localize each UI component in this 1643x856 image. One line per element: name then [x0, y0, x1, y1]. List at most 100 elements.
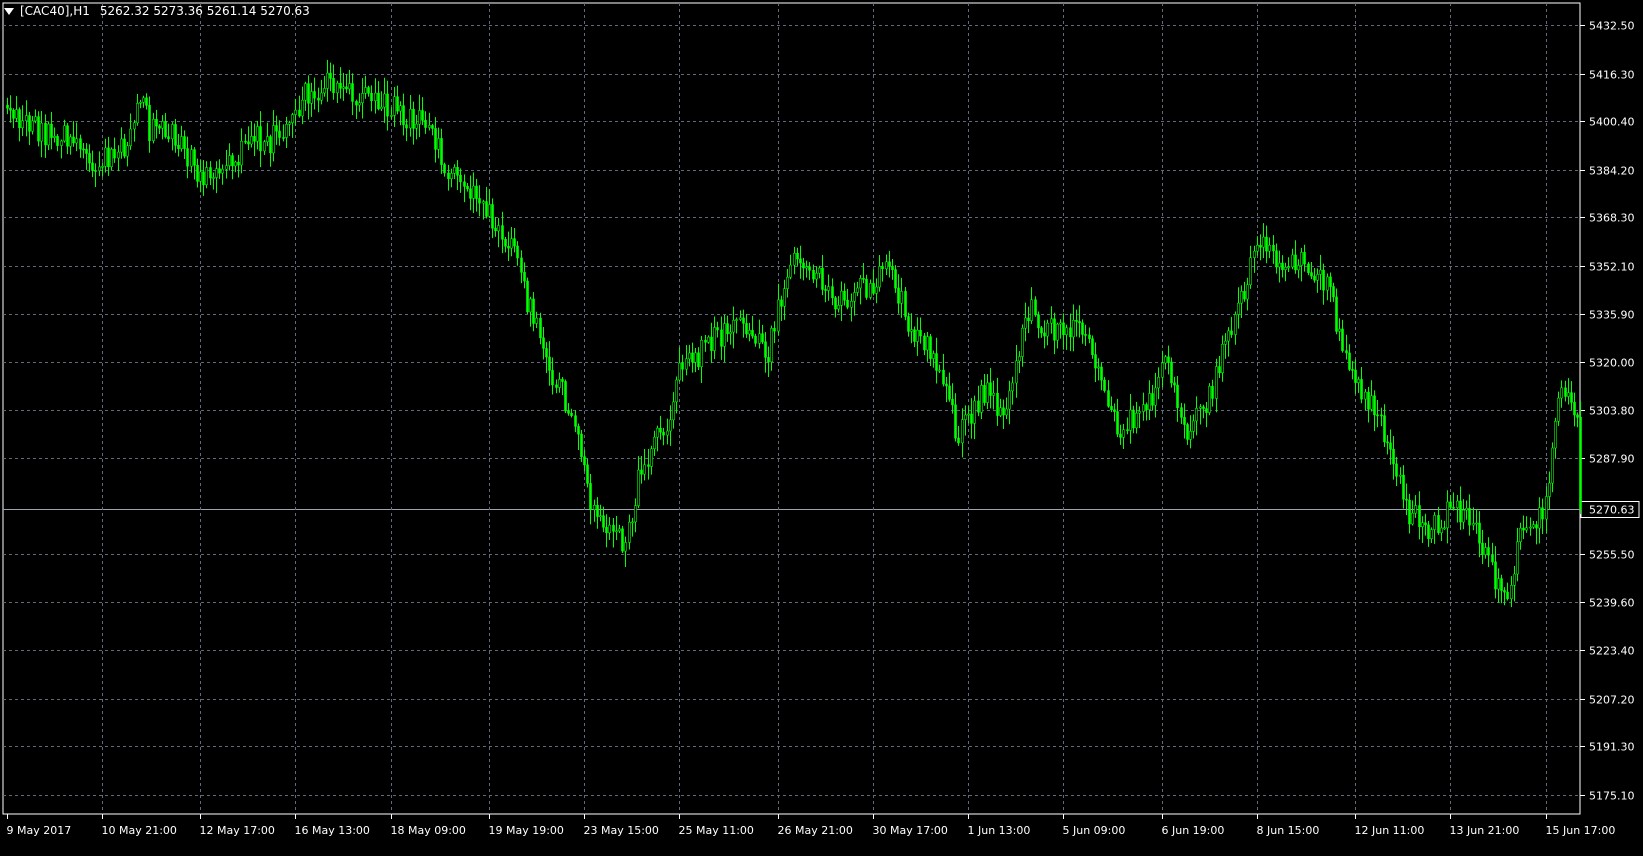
candle-body	[456, 167, 459, 176]
candle-body	[992, 392, 995, 396]
candle-body	[259, 126, 262, 152]
candle-body	[1287, 266, 1290, 269]
candle-body	[1570, 392, 1573, 403]
candle-body	[1262, 236, 1265, 248]
candle-body	[1072, 320, 1075, 338]
candle-body	[434, 128, 437, 150]
candle-body	[237, 161, 240, 166]
candle-body	[529, 298, 532, 313]
candle-body	[754, 335, 757, 344]
candle-body	[996, 392, 999, 416]
candle-body	[1354, 369, 1357, 383]
candle-body	[1313, 275, 1316, 281]
candle-body	[1103, 379, 1106, 391]
candle-body	[15, 109, 18, 119]
x-tick-label: 8 Jun 15:00	[1257, 824, 1320, 837]
candle-body	[199, 171, 202, 182]
candle-body	[1015, 360, 1018, 384]
candle-body	[1091, 338, 1094, 355]
chart-area[interactable]: [CAC40],H1 5262.32 5273.36 5261.14 5270.…	[0, 0, 1643, 852]
candle-body	[700, 339, 703, 367]
candle-body	[520, 257, 523, 273]
candle-body	[1335, 296, 1338, 332]
candle-body	[1402, 474, 1405, 500]
candle-body	[1272, 244, 1275, 252]
candle-body	[1116, 411, 1119, 435]
candle-body	[126, 145, 129, 157]
candlestick-chart[interactable]: 5432.50 5416.30 5400.40 5384.20 5368.30 5352.…	[0, 0, 1643, 852]
candle-body	[1329, 276, 1332, 287]
candle-body	[399, 105, 402, 112]
candle-body	[1484, 547, 1487, 555]
candle-body	[862, 278, 865, 280]
candle-body	[459, 174, 462, 183]
candle-body	[570, 412, 573, 416]
x-tick-label: 16 May 13:00	[295, 824, 370, 837]
candle-body	[1443, 527, 1446, 530]
candle-body	[935, 353, 938, 371]
candle-body	[551, 370, 554, 386]
candle-body	[716, 327, 719, 331]
candle-body	[999, 407, 1002, 416]
candle-body	[919, 329, 922, 337]
candle-body	[1234, 314, 1237, 335]
candle-body	[1319, 269, 1322, 275]
candle-body	[650, 448, 653, 467]
candle-body	[361, 93, 364, 104]
candle-body	[621, 528, 624, 552]
candle-body	[193, 149, 196, 166]
candle-body	[1522, 527, 1525, 531]
candle-body	[967, 413, 970, 416]
candle-body	[56, 136, 59, 146]
candle-body	[957, 437, 960, 444]
candle-body	[1253, 250, 1256, 258]
candle-body	[1218, 366, 1221, 374]
candle-body	[929, 336, 932, 359]
y-tick-label: 5239.60	[1589, 597, 1635, 610]
candle-body	[402, 105, 405, 126]
candle-body	[174, 124, 177, 146]
candle-body	[900, 291, 903, 304]
candle-body	[1011, 382, 1014, 392]
candle-body	[973, 400, 976, 424]
candle-body	[745, 323, 748, 335]
candle-body	[1078, 321, 1081, 324]
candle-body	[1421, 522, 1424, 528]
candle-body	[761, 333, 764, 343]
y-tick-label: 5368.30	[1589, 212, 1635, 225]
candle-body	[47, 123, 50, 146]
x-tick-label: 18 May 09:00	[391, 824, 466, 837]
candle-body	[618, 528, 621, 532]
candle-body	[1532, 524, 1535, 528]
candle-body	[945, 383, 948, 387]
candle-body	[986, 382, 989, 403]
candle-body	[355, 101, 358, 106]
candle-body	[513, 238, 516, 247]
candle-body	[142, 97, 145, 103]
candle-body	[107, 147, 110, 168]
candle-body	[545, 348, 548, 358]
candle-body	[1275, 250, 1278, 268]
candle-body	[770, 328, 773, 363]
candle-body	[869, 283, 872, 298]
candle-body	[977, 400, 980, 413]
candle-body	[1449, 501, 1452, 508]
candle-body	[1062, 322, 1065, 335]
candle-body	[1224, 340, 1227, 345]
candle-body	[596, 504, 599, 517]
candle-body	[767, 357, 770, 363]
candle-body	[196, 164, 199, 182]
candle-body	[383, 93, 386, 108]
candle-body	[555, 384, 558, 388]
candle-body	[758, 333, 761, 344]
candle-body	[659, 427, 662, 433]
candle-body	[218, 168, 221, 174]
candle-body	[748, 330, 751, 335]
candle-body	[1192, 420, 1195, 432]
dropdown-triangle-icon[interactable]	[4, 7, 14, 15]
candle-body	[608, 524, 611, 534]
candle-body	[1256, 244, 1259, 252]
candle-body	[732, 320, 735, 333]
candle-body	[1199, 406, 1202, 409]
candle-body	[1459, 500, 1462, 523]
